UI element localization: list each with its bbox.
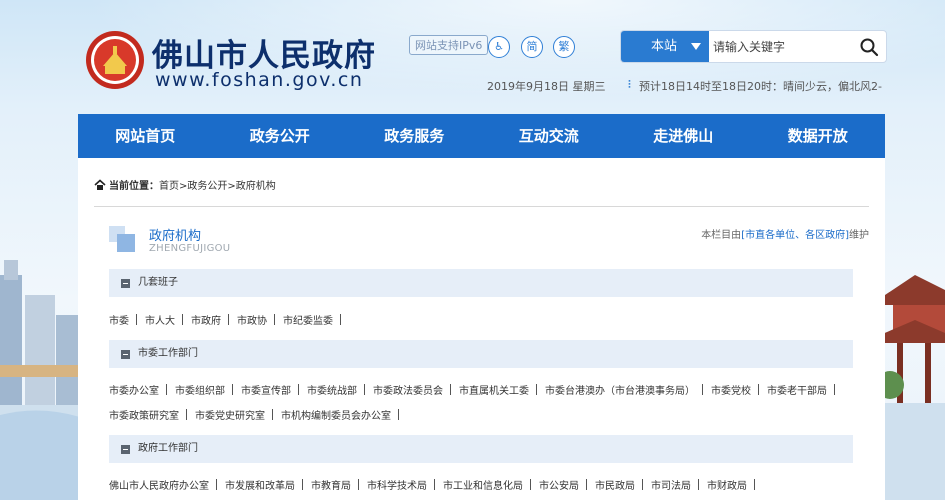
org-link[interactable]: 市委政策研究室 xyxy=(109,407,187,422)
org-link[interactable]: 市委 xyxy=(109,312,137,327)
link-row: 市委办公室 市委组织部 市委宣传部 市委统战部 市委政法委员会 市直属机关工委 … xyxy=(109,382,869,397)
main-nav: 网站首页 政务公开 政务服务 互动交流 走进佛山 数据开放 xyxy=(78,114,885,158)
section-squares-icon xyxy=(109,226,135,252)
group-title: 几套班子 xyxy=(138,277,178,288)
nav-item-home[interactable]: 网站首页 xyxy=(78,114,213,158)
chevron-down-icon xyxy=(691,43,701,50)
current-date: 2019年9月18日 星期三 xyxy=(487,80,606,93)
divider xyxy=(94,206,869,207)
org-link[interactable]: 市科学技术局 xyxy=(367,477,435,492)
home-icon xyxy=(94,178,106,190)
government-emblem-icon[interactable] xyxy=(85,30,145,90)
org-link[interactable]: 市委老干部局 xyxy=(767,382,835,397)
maintainer-note: 本栏目由[市直各单位、各区政府]维护 xyxy=(701,226,869,241)
nav-item-about-foshan[interactable]: 走进佛山 xyxy=(616,114,751,158)
org-link[interactable]: 市委党史研究室 xyxy=(195,407,273,422)
weather-icon: ⫶ xyxy=(628,78,631,91)
org-link[interactable]: 市政协 xyxy=(237,312,275,327)
main-content: 当前位置： 首页>政务公开>政府机构 政府机构 ZHENGFUJIGOU 本栏目… xyxy=(78,158,885,500)
nav-item-interaction[interactable]: 互动交流 xyxy=(482,114,617,158)
org-link[interactable]: 市直属机关工委 xyxy=(459,382,537,397)
maintainer-link[interactable]: [市直各单位、各区政府] xyxy=(741,230,849,241)
breadcrumb-label: 当前位置： xyxy=(109,181,159,192)
search-input[interactable] xyxy=(711,31,851,62)
nav-item-government-affairs[interactable]: 政务公开 xyxy=(213,114,348,158)
org-link[interactable]: 市政府 xyxy=(191,312,229,327)
nav-item-open-data[interactable]: 数据开放 xyxy=(751,114,886,158)
search-scope-dropdown[interactable]: 本站 xyxy=(621,31,709,62)
section-subtitle: ZHENGFUJIGOU xyxy=(149,243,231,254)
link-row: 佛山市人民政府办公室 市发展和改革局 市教育局 市科学技术局 市工业和信息化局 … xyxy=(109,477,869,492)
org-link[interactable]: 市机构编制委员会办公室 xyxy=(281,407,399,422)
search-icon[interactable] xyxy=(859,37,879,57)
org-link[interactable]: 市工业和信息化局 xyxy=(443,477,531,492)
org-link[interactable]: 市发展和改革局 xyxy=(225,477,303,492)
search-scope-label: 本站 xyxy=(651,39,678,54)
accessibility-button[interactable]: ♿ xyxy=(488,36,510,58)
org-link[interactable]: 市教育局 xyxy=(311,477,359,492)
link-row: 市委 市人大 市政府 市政协 市纪委监委 xyxy=(109,312,869,327)
simplified-chinese-button[interactable]: 简 xyxy=(521,36,543,58)
traditional-chinese-button[interactable]: 繁 xyxy=(553,36,575,58)
breadcrumb: 当前位置： 首页>政务公开>政府机构 xyxy=(94,177,276,192)
collapse-icon[interactable] xyxy=(121,444,130,454)
maintainer-note-suffix: 维护 xyxy=(849,230,869,241)
link-row: 市委政策研究室 市委党史研究室 市机构编制委员会办公室 xyxy=(109,407,869,422)
org-link[interactable]: 市财政局 xyxy=(707,477,755,492)
section-title: 政府机构 xyxy=(149,229,202,244)
org-link[interactable]: 市委政法委员会 xyxy=(373,382,451,397)
org-link[interactable]: 市委党校 xyxy=(711,382,759,397)
site-header: 佛山市人民政府 www.foshan.gov.cn 网站支持IPv6 ♿ 简 繁… xyxy=(0,0,945,113)
org-link[interactable]: 市委组织部 xyxy=(175,382,233,397)
cityscape-left-decoration xyxy=(0,260,80,500)
org-link[interactable]: 市委办公室 xyxy=(109,382,167,397)
section-header: 政府机构 ZHENGFUJIGOU 本栏目由[市直各单位、各区政府]维护 xyxy=(109,222,869,258)
site-domain[interactable]: www.foshan.gov.cn xyxy=(155,69,363,91)
group-header-government-departments[interactable]: 政府工作部门 xyxy=(109,435,853,463)
collapse-icon[interactable] xyxy=(121,349,130,359)
org-link[interactable]: 佛山市人民政府办公室 xyxy=(109,477,217,492)
group-header-party-departments[interactable]: 市委工作部门 xyxy=(109,340,853,368)
group-header-leadership[interactable]: 几套班子 xyxy=(109,269,853,297)
group-title: 市委工作部门 xyxy=(138,348,198,359)
org-link[interactable]: 市民政局 xyxy=(595,477,643,492)
breadcrumb-path[interactable]: 首页>政务公开>政府机构 xyxy=(159,177,276,192)
maintainer-note-prefix: 本栏目由 xyxy=(701,230,742,241)
collapse-icon[interactable] xyxy=(121,278,130,288)
org-link[interactable]: 市委统战部 xyxy=(307,382,365,397)
group-title: 政府工作部门 xyxy=(138,443,198,454)
org-link[interactable]: 市纪委监委 xyxy=(283,312,341,327)
org-link[interactable]: 市委宣传部 xyxy=(241,382,299,397)
weather-forecast: 预计18日14时至18日20时：晴间少云，偏北风2- xyxy=(639,80,882,93)
pagoda-decoration xyxy=(875,275,945,500)
org-link[interactable]: 市司法局 xyxy=(651,477,699,492)
org-link[interactable]: 市人大 xyxy=(145,312,183,327)
org-link[interactable]: 市委台港澳办（市台港澳事务局） xyxy=(545,382,703,397)
org-link[interactable]: 市公安局 xyxy=(539,477,587,492)
nav-item-government-services[interactable]: 政务服务 xyxy=(347,114,482,158)
search-box: 本站 xyxy=(621,31,886,62)
ipv6-badge: 网站支持IPv6 xyxy=(409,35,489,55)
